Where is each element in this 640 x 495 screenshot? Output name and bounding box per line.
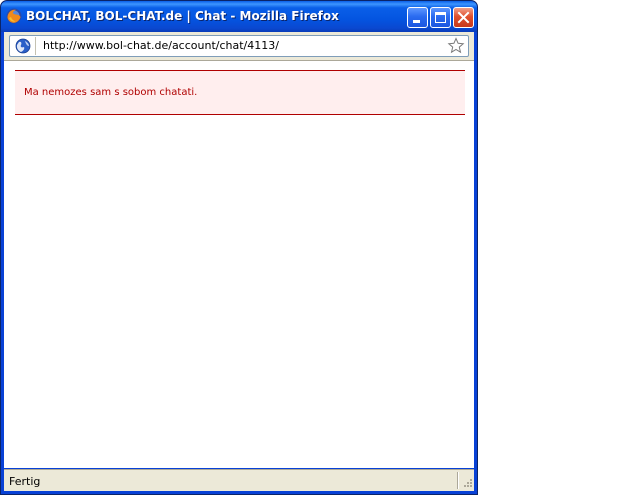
minimize-icon	[413, 20, 420, 23]
url-bar[interactable]: http://www.bol-chat.de/account/chat/4113…	[9, 35, 469, 57]
globe-icon[interactable]	[13, 37, 36, 55]
status-bar: Fertig	[4, 469, 474, 491]
browser-window: BOLCHAT, BOL-CHAT.de | Chat - Mozilla Fi…	[0, 0, 478, 495]
status-text: Fertig	[9, 475, 41, 488]
navigation-bar: http://www.bol-chat.de/account/chat/4113…	[4, 32, 474, 61]
resize-grip-icon[interactable]	[461, 478, 473, 490]
star-icon[interactable]	[447, 37, 465, 55]
error-message: Ma nemozes sam s sobom chatati.	[24, 87, 198, 98]
url-text[interactable]: http://www.bol-chat.de/account/chat/4113…	[43, 39, 279, 52]
close-icon	[457, 11, 470, 24]
page-content: Ma nemozes sam s sobom chatati.	[4, 61, 474, 468]
error-message-box: Ma nemozes sam s sobom chatati.	[15, 70, 465, 115]
status-divider	[457, 472, 458, 489]
close-button[interactable]	[453, 7, 474, 28]
minimize-button[interactable]	[407, 7, 428, 28]
firefox-icon	[6, 8, 22, 24]
title-bar[interactable]: BOLCHAT, BOL-CHAT.de | Chat - Mozilla Fi…	[1, 1, 477, 32]
maximize-icon	[435, 12, 446, 23]
window-title: BOLCHAT, BOL-CHAT.de | Chat - Mozilla Fi…	[26, 9, 339, 23]
maximize-button[interactable]	[430, 7, 451, 28]
